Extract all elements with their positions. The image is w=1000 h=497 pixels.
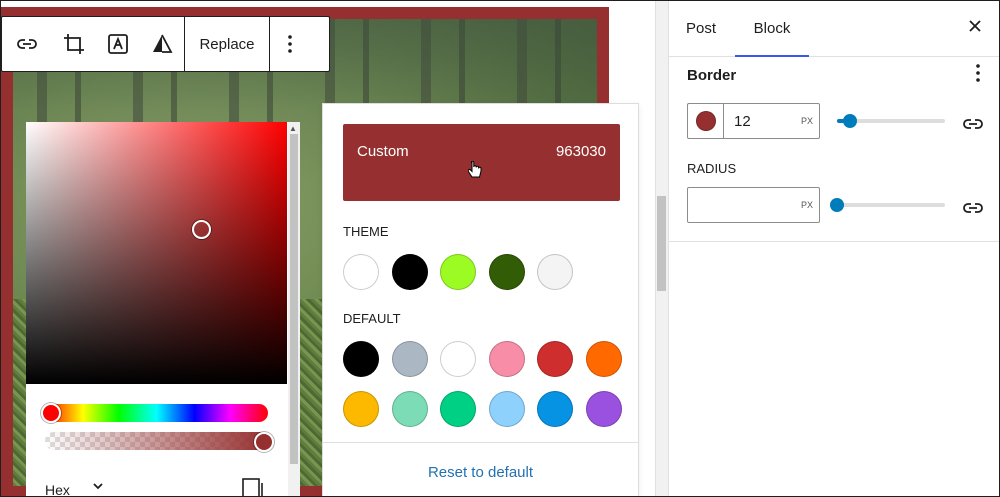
alpha-slider[interactable] xyxy=(45,432,268,450)
editor-screen: Replace ▲ Hex Custom 963030 THEME DEFAUL… xyxy=(0,0,1000,497)
border-color-button[interactable] xyxy=(688,104,724,138)
close-icon[interactable] xyxy=(967,18,983,38)
link-icon[interactable] xyxy=(2,17,52,71)
default-swatch[interactable] xyxy=(488,391,525,427)
reset-to-default-button[interactable]: Reset to default xyxy=(323,464,638,481)
chevron-down-icon[interactable] xyxy=(92,480,104,495)
default-swatch[interactable] xyxy=(537,391,573,427)
border-width-control: 12 PX xyxy=(687,103,820,139)
border-width-slider-thumb[interactable] xyxy=(842,114,857,128)
theme-swatch[interactable] xyxy=(343,254,379,290)
replace-button[interactable]: Replace xyxy=(185,17,269,71)
radius-label: RADIUS xyxy=(687,161,737,176)
custom-color-button[interactable]: Custom 963030 xyxy=(343,124,620,201)
settings-sidebar: Post Block Border 12 PX RADIUS PX xyxy=(668,1,999,496)
custom-color-name: Custom xyxy=(357,143,409,160)
border-width-unit[interactable]: PX xyxy=(801,116,813,126)
crop-icon[interactable] xyxy=(52,17,96,71)
text-overlay-icon[interactable] xyxy=(96,17,140,71)
sidebar-tabs: Post Block xyxy=(669,1,999,57)
border-width-slider[interactable] xyxy=(837,114,945,128)
theme-heading: THEME xyxy=(343,224,389,239)
default-swatch[interactable] xyxy=(391,391,428,427)
picker-scroll-thumb[interactable] xyxy=(290,134,298,464)
color-palette-popover: Custom 963030 THEME DEFAULT Reset to def… xyxy=(322,103,639,496)
link-corners-icon[interactable] xyxy=(961,196,985,225)
default-swatch[interactable] xyxy=(537,341,573,377)
default-swatch[interactable] xyxy=(343,391,379,427)
hue-handle[interactable] xyxy=(41,403,61,423)
border-panel-title: Border xyxy=(687,67,737,84)
border-width-input[interactable]: 12 xyxy=(734,113,751,130)
hand-cursor-icon xyxy=(467,160,482,183)
panel-divider xyxy=(669,241,999,242)
alpha-handle[interactable] xyxy=(254,432,274,452)
default-swatch[interactable] xyxy=(440,391,476,427)
default-heading: DEFAULT xyxy=(343,311,401,326)
theme-swatch[interactable] xyxy=(440,254,476,290)
radius-slider[interactable] xyxy=(830,198,945,212)
editor-canvas: Replace ▲ Hex Custom 963030 THEME DEFAUL… xyxy=(1,1,655,496)
duotone-icon[interactable] xyxy=(140,17,184,71)
radius-control: PX xyxy=(687,187,820,223)
block-toolbar: Replace xyxy=(1,16,330,72)
default-swatch[interactable] xyxy=(440,341,476,377)
theme-swatch[interactable] xyxy=(488,254,525,290)
saturation-handle[interactable] xyxy=(192,220,211,239)
tab-block[interactable]: Block xyxy=(735,1,809,57)
theme-swatch[interactable] xyxy=(537,254,573,290)
divider xyxy=(323,442,638,443)
color-picker: ▲ Hex xyxy=(26,122,300,496)
default-swatch[interactable] xyxy=(585,341,622,377)
default-swatch[interactable] xyxy=(488,341,525,377)
theme-swatch[interactable] xyxy=(391,254,428,290)
link-sides-icon[interactable] xyxy=(961,112,985,141)
copy-icon[interactable] xyxy=(241,477,265,496)
more-options-icon[interactable] xyxy=(270,17,310,71)
color-format-select[interactable]: Hex xyxy=(45,482,70,496)
default-swatch[interactable] xyxy=(343,341,379,377)
tab-post[interactable]: Post xyxy=(686,1,716,57)
radius-slider-thumb[interactable] xyxy=(830,198,844,212)
custom-color-hex: 963030 xyxy=(555,143,606,160)
default-swatch[interactable] xyxy=(391,341,428,377)
default-swatch[interactable] xyxy=(585,391,622,427)
hue-slider[interactable] xyxy=(45,404,268,422)
radius-unit[interactable]: PX xyxy=(801,200,813,210)
border-options-icon[interactable] xyxy=(975,63,981,88)
canvas-scroll-thumb[interactable] xyxy=(657,196,666,291)
border-color-swatch xyxy=(695,111,716,131)
scroll-up-icon[interactable]: ▲ xyxy=(289,124,297,133)
saturation-area[interactable] xyxy=(26,122,287,384)
